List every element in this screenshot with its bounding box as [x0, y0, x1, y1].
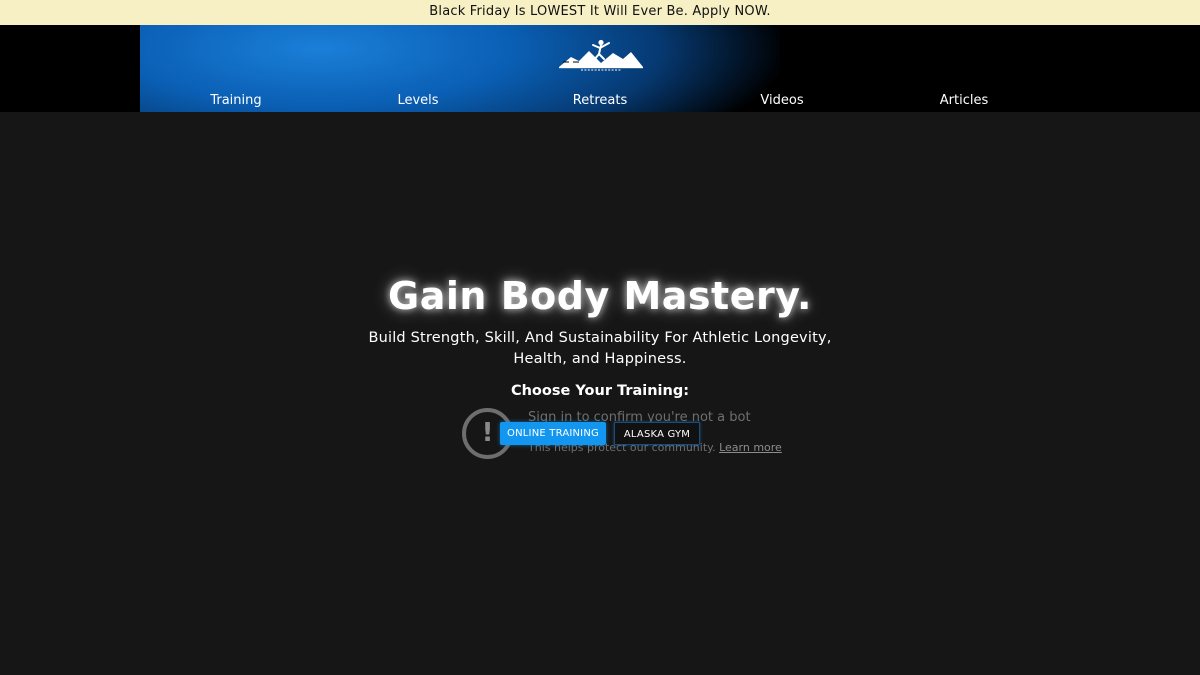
- nav-item-levels[interactable]: Levels: [338, 93, 498, 108]
- alaska-gym-button[interactable]: ALASKA GYM: [614, 422, 700, 445]
- pacific-athletics-logo-icon[interactable]: [557, 39, 645, 75]
- learn-more-link[interactable]: Learn more: [719, 441, 782, 454]
- nav-item-videos[interactable]: Videos: [702, 93, 862, 108]
- promo-banner[interactable]: Black Friday Is LOWEST It Will Ever Be. …: [0, 0, 1200, 25]
- hero-section: Gain Body Mastery. Build Strength, Skill…: [0, 270, 1200, 399]
- nav-item-retreats[interactable]: Retreats: [520, 93, 680, 108]
- nav-item-articles[interactable]: Articles: [884, 93, 1044, 108]
- nav-item-training[interactable]: Training: [156, 93, 316, 108]
- site-header: Training Levels Retreats Videos Articles: [0, 25, 1200, 112]
- hero-title: Gain Body Mastery.: [388, 274, 812, 318]
- online-training-button[interactable]: ONLINE TRAINING: [500, 422, 606, 445]
- hero-subtitle: Build Strength, Skill, And Sustainabilit…: [368, 330, 832, 367]
- choose-training-label: Choose Your Training:: [510, 383, 690, 399]
- promo-text[interactable]: Black Friday Is LOWEST It Will Ever Be. …: [429, 4, 770, 19]
- main-nav: Training Levels Retreats Videos Articles: [0, 90, 1200, 112]
